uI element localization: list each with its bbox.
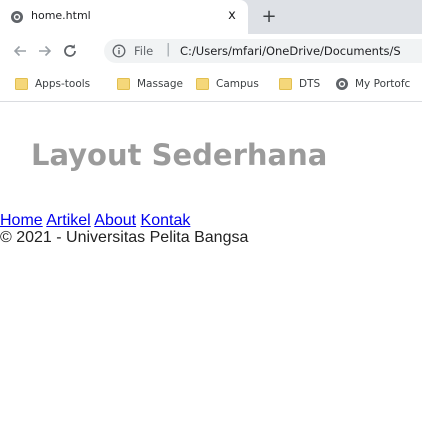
back-arrow-icon[interactable] [9,40,31,62]
bookmark-label: Massage [137,78,183,90]
browser-chrome: home.html x + File | C:/Users/mfari/OneD… [0,0,422,102]
page-content: Layout Sederhana Home Artikel About Kont… [0,102,422,422]
address-separator: | [166,42,171,57]
forward-arrow-icon[interactable] [34,40,56,62]
close-icon[interactable]: x [224,8,240,24]
nav-link-home[interactable]: Home [0,212,43,229]
bookmark-label: DTS [299,78,321,90]
page-title: Layout Sederhana [31,138,328,172]
globe-icon [336,78,348,90]
reload-icon[interactable] [59,40,81,62]
nav-link-about[interactable]: About [94,212,136,229]
bookmarks-bar: Apps-tools Massage Campus DTS My Portofc [0,68,422,102]
nav-menu: Home Artikel About Kontak [0,212,190,230]
footer-text: © 2021 - Universitas Pelita Bangsa [0,229,249,246]
bookmark-label: My Portofc [355,78,411,90]
folder-icon [279,78,292,90]
folder-icon [117,78,130,90]
address-bar[interactable]: File | C:/Users/mfari/OneDrive/Documents… [104,39,422,63]
bookmark-label: Apps-tools [35,78,91,90]
tab-home[interactable]: home.html x [0,0,248,34]
folder-icon [15,78,28,90]
address-url[interactable]: C:/Users/mfari/OneDrive/Documents/S [180,44,401,58]
tab-strip: home.html x + [0,0,422,34]
toolbar: File | C:/Users/mfari/OneDrive/Documents… [0,34,422,68]
bookmark-label: Campus [216,78,259,90]
folder-icon [196,78,209,90]
info-icon[interactable] [112,44,126,58]
address-scheme-label: File [134,44,154,58]
tab-title: home.html [31,9,91,22]
new-tab-button[interactable]: + [258,6,280,28]
globe-icon [11,11,23,23]
nav-link-artikel[interactable]: Artikel [46,212,90,229]
nav-link-kontak[interactable]: Kontak [141,212,191,229]
